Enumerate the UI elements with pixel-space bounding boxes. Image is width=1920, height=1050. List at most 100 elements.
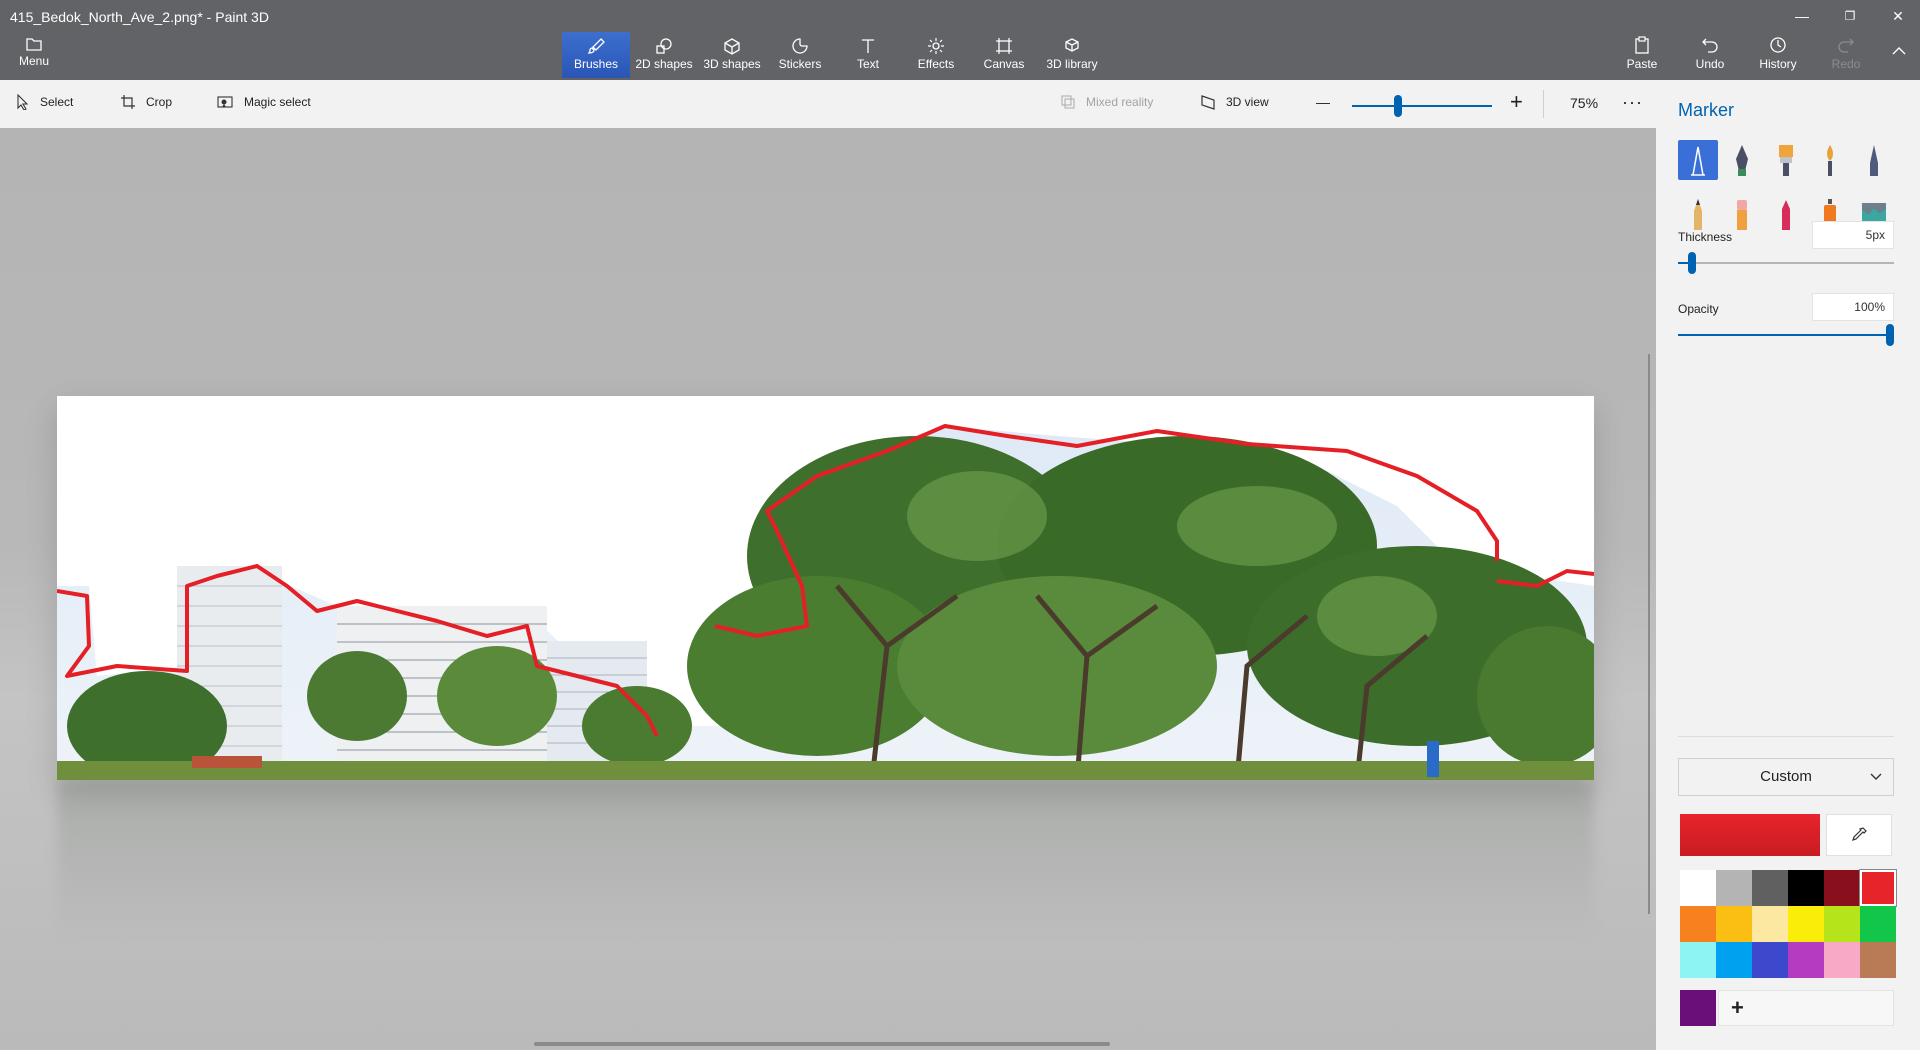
paste-icon [1635, 36, 1649, 54]
brush-panel: Marker Thickness 5px Opacity 100% Custom… [1656, 80, 1920, 1050]
opacity-slider[interactable] [1678, 334, 1894, 336]
thickness-slider[interactable] [1678, 262, 1894, 264]
pencil-brush[interactable] [1678, 194, 1718, 234]
history-icon [1770, 37, 1786, 53]
2d-shapes-icon [656, 38, 672, 54]
marker-brush[interactable] [1678, 140, 1718, 180]
palette-swatch[interactable] [1824, 870, 1860, 906]
opacity-slider-thumb[interactable] [1886, 324, 1894, 346]
select-label: Select [40, 95, 74, 109]
3d-view-button[interactable]: 3D view [1200, 94, 1269, 110]
tab-canvas[interactable]: Canvas [970, 32, 1038, 78]
eyedropper-button[interactable] [1826, 814, 1892, 856]
magic-select-button[interactable]: Magic select [216, 94, 311, 110]
drawing-canvas[interactable] [57, 396, 1594, 780]
color-mode-dropdown[interactable]: Custom [1678, 758, 1894, 796]
tab-label: 3D shapes [703, 57, 761, 71]
tab-label: Brushes [573, 57, 619, 71]
tab-effects[interactable]: Effects [902, 32, 970, 78]
pixel-pen-brush[interactable] [1854, 140, 1894, 180]
history-button[interactable]: History [1744, 36, 1812, 71]
palette-swatch[interactable] [1716, 870, 1752, 906]
undo-label: Undo [1695, 57, 1725, 71]
palette-swatch[interactable] [1859, 869, 1897, 907]
custom-color-swatch[interactable] [1680, 990, 1716, 1026]
oil-brush-icon [1779, 145, 1793, 176]
color-palette [1680, 869, 1897, 978]
tab-brushes[interactable]: Brushes [562, 32, 630, 78]
zoom-out-button[interactable]: — [1316, 94, 1330, 110]
title-bar: 415_Bedok_North_Ave_2.png* - Paint 3D — … [0, 0, 1920, 80]
crop-button[interactable]: Crop [120, 94, 172, 110]
palette-swatch[interactable] [1824, 942, 1860, 978]
palette-swatch[interactable] [1680, 870, 1716, 906]
select-button[interactable]: Select [16, 94, 73, 110]
crayon-brush[interactable] [1766, 194, 1806, 234]
horizontal-scrollbar[interactable] [534, 1042, 1110, 1046]
palette-swatch[interactable] [1824, 906, 1860, 942]
palette-swatch[interactable] [1860, 942, 1896, 978]
vertical-scrollbar[interactable] [1648, 354, 1650, 914]
watercolor-brush[interactable] [1810, 140, 1850, 180]
toolbar-divider [1543, 90, 1544, 118]
palette-swatch[interactable] [1788, 942, 1824, 978]
more-options-button[interactable]: ··· [1622, 92, 1643, 113]
3d-view-icon [1201, 95, 1215, 110]
workspace [0, 128, 1656, 1050]
redo-button[interactable]: Redo [1812, 36, 1880, 71]
tab-3d-library[interactable]: 3D library [1038, 32, 1106, 78]
edit-actions: Paste Undo History Redo [1608, 36, 1880, 71]
calligraphy-pen-icon [1736, 145, 1748, 176]
calligraphy-pen-brush[interactable] [1722, 140, 1762, 180]
oil-brush[interactable] [1766, 140, 1806, 180]
palette-swatch[interactable] [1788, 870, 1824, 906]
palette-swatch[interactable] [1752, 906, 1788, 942]
tab-text[interactable]: Text [834, 32, 902, 78]
window-title: 415_Bedok_North_Ave_2.png* - Paint 3D [10, 9, 269, 25]
zoom-in-button[interactable]: + [1510, 89, 1523, 115]
close-button[interactable]: ✕ [1878, 4, 1918, 28]
magic-select-icon [217, 96, 233, 108]
paste-button[interactable]: Paste [1608, 36, 1676, 71]
crop-label: Crop [146, 95, 173, 109]
pixel-pen-icon [1870, 145, 1878, 176]
zoom-level[interactable]: 75% [1570, 95, 1598, 111]
tab-label: Canvas [983, 57, 1025, 71]
palette-swatch[interactable] [1680, 906, 1716, 942]
redo-icon [1838, 38, 1854, 53]
thickness-slider-thumb[interactable] [1688, 252, 1697, 274]
marker-icon [1691, 146, 1705, 176]
palette-swatch[interactable] [1860, 906, 1896, 942]
color-mode-label: Custom [1760, 768, 1812, 785]
tab-3d-shapes[interactable]: 3D shapes [698, 32, 766, 78]
palette-swatch[interactable] [1716, 942, 1752, 978]
menu-button[interactable]: Menu [8, 36, 60, 76]
stickers-icon [792, 38, 808, 54]
zoom-slider[interactable] [1352, 105, 1492, 107]
3d-view-label: 3D view [1226, 95, 1269, 109]
eraser-brush[interactable] [1722, 194, 1762, 234]
panel-divider [1678, 736, 1894, 737]
menu-label: Menu [18, 54, 50, 68]
add-color-button[interactable]: + [1718, 990, 1894, 1026]
restore-button[interactable]: ❐ [1830, 4, 1870, 28]
crop-icon [121, 95, 135, 109]
opacity-input[interactable]: 100% [1812, 293, 1894, 321]
palette-swatch[interactable] [1752, 942, 1788, 978]
current-color-swatch[interactable] [1680, 814, 1820, 856]
redo-label: Redo [1831, 57, 1861, 71]
minimize-button[interactable]: — [1782, 4, 1822, 28]
zoom-slider-thumb[interactable] [1394, 95, 1402, 117]
palette-swatch[interactable] [1680, 942, 1716, 978]
tab-stickers[interactable]: Stickers [766, 32, 834, 78]
palette-swatch[interactable] [1788, 906, 1824, 942]
thickness-label: Thickness [1678, 230, 1733, 244]
mixed-reality-button[interactable]: Mixed reality [1060, 94, 1153, 110]
thickness-input[interactable]: 5px [1812, 221, 1894, 249]
undo-button[interactable]: Undo [1676, 36, 1744, 71]
folder-icon [26, 38, 42, 51]
palette-swatch[interactable] [1752, 870, 1788, 906]
tab-2d-shapes[interactable]: 2D shapes [630, 32, 698, 78]
palette-swatch[interactable] [1716, 906, 1752, 942]
chevron-up-icon[interactable] [1892, 46, 1906, 56]
